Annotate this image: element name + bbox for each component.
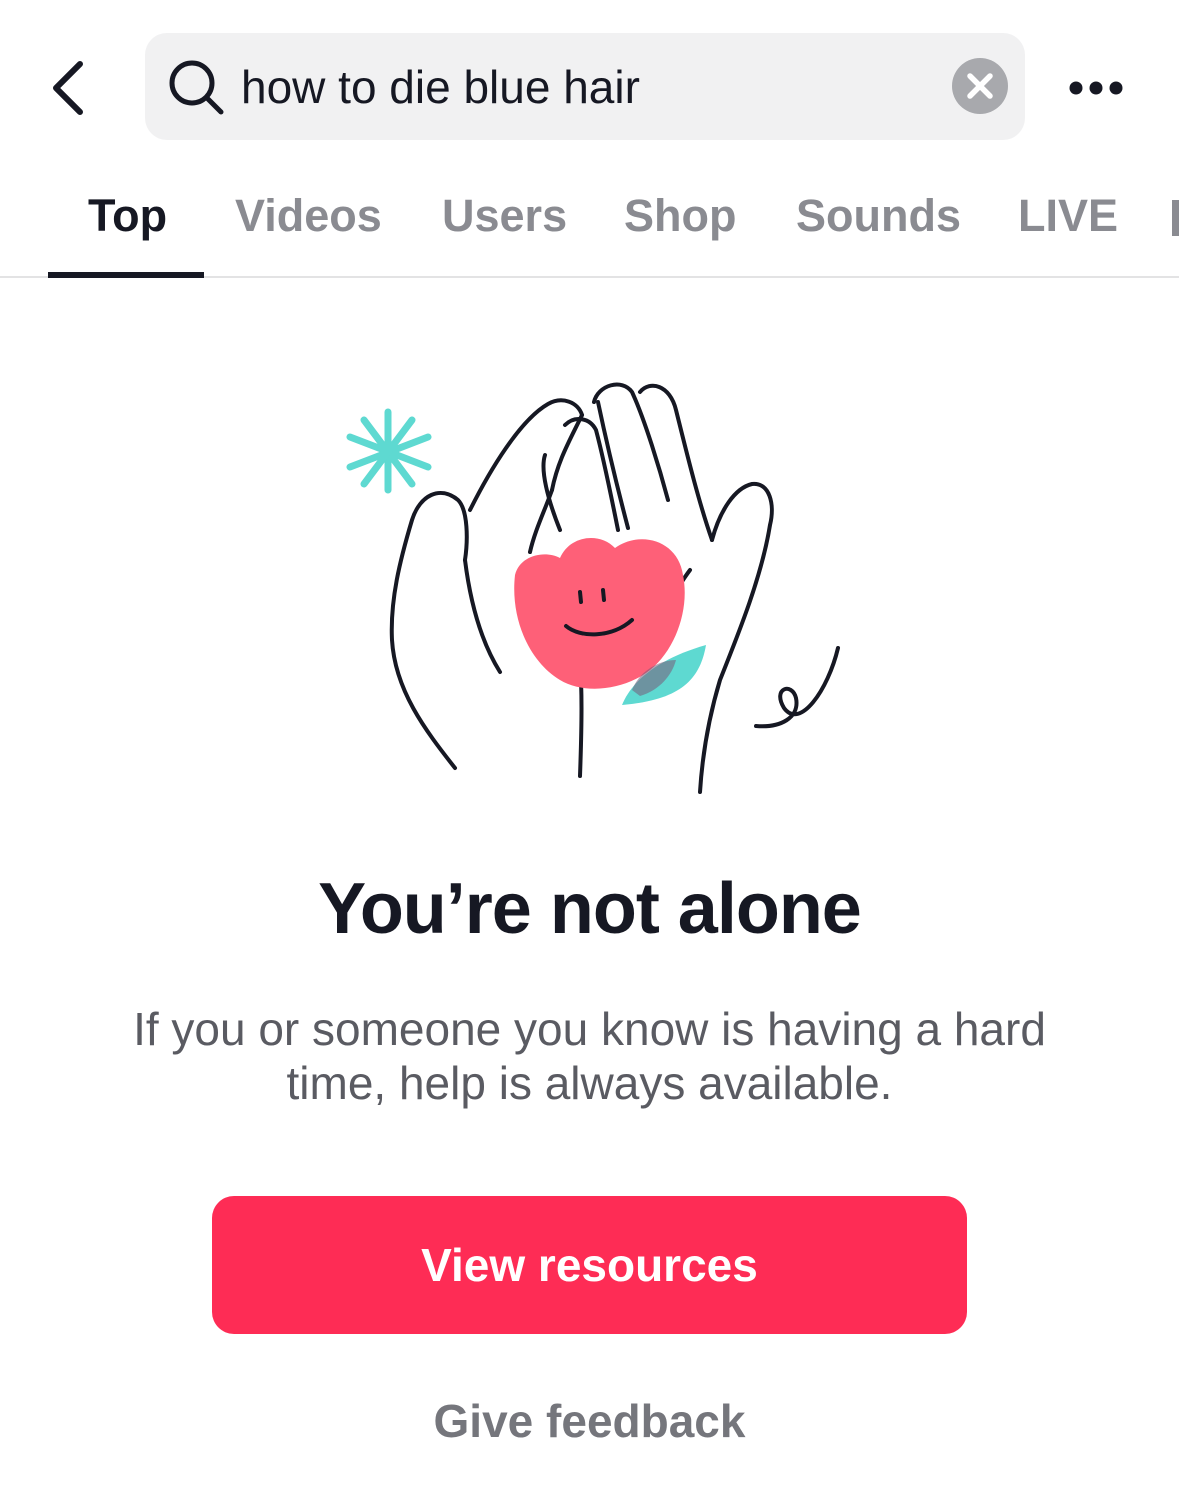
tab-shop[interactable]: Shop	[624, 190, 736, 242]
tab-sounds[interactable]: Sounds	[796, 190, 961, 242]
search-input[interactable]	[241, 51, 931, 123]
tab-videos[interactable]: Videos	[235, 190, 382, 242]
chevron-left-icon	[53, 61, 83, 115]
search-tabs: Top Videos Users Shop Sounds LIVE	[0, 170, 1179, 278]
search-bar[interactable]	[145, 33, 1025, 140]
search-icon	[169, 60, 224, 115]
tab-live[interactable]: LIVE	[1018, 190, 1118, 242]
notice-body: If you or someone you know is having a h…	[133, 1003, 1046, 1109]
tab-overflow[interactable]	[1172, 200, 1179, 236]
tab-top[interactable]: Top	[88, 190, 167, 242]
give-feedback-link[interactable]: Give feedback	[0, 1394, 1179, 1448]
notice-title: You’re not alone	[318, 869, 862, 949]
more-button[interactable]	[1058, 60, 1134, 116]
search-header	[0, 0, 1179, 170]
more-horizontal-icon	[1069, 81, 1123, 95]
hands-holding-flower-icon	[346, 382, 840, 794]
clear-icon[interactable]	[951, 57, 1009, 115]
tab-users[interactable]: Users	[442, 190, 567, 242]
view-resources-button[interactable]: View resources	[212, 1196, 967, 1334]
back-button[interactable]	[36, 52, 100, 124]
active-tab-indicator	[48, 272, 204, 278]
